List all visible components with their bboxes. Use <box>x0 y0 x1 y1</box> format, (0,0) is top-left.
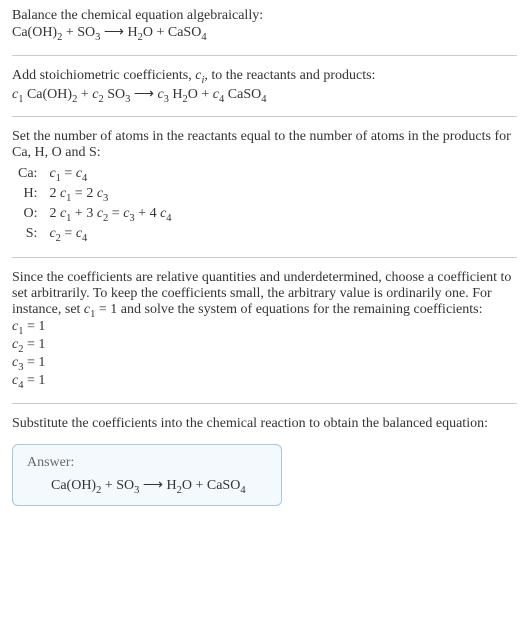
solve-line: c4 = 1 <box>12 373 517 391</box>
atom-eq: 2 c1 + 3 c2 = c3 + 4 c4 <box>43 205 177 225</box>
answer-box: Answer: Ca(OH)2 + SO3 ⟶ H2O + CaSO4 <box>12 444 282 507</box>
answer-equation: Ca(OH)2 + SO3 ⟶ H2O + CaSO4 <box>27 477 267 496</box>
solve-section: Since the coefficients are relative quan… <box>12 270 517 391</box>
atoms-text: Set the number of atoms in the reactants… <box>12 129 517 161</box>
solve-line: c1 = 1 <box>12 319 517 337</box>
divider <box>12 55 517 56</box>
divider <box>12 403 517 404</box>
substitute-text: Substitute the coefficients into the che… <box>12 416 517 432</box>
coeff-text2: , to the reactants and products: <box>204 68 375 83</box>
answer-label: Answer: <box>27 455 267 471</box>
solve-line: c3 = 1 <box>12 355 517 373</box>
atom-eq: c1 = c4 <box>43 165 177 185</box>
divider <box>12 116 517 117</box>
table-row: Ca: c1 = c4 <box>12 165 178 185</box>
atom-eq: 2 c1 = 2 c3 <box>43 185 177 205</box>
atoms-section: Set the number of atoms in the reactants… <box>12 129 517 244</box>
solve-text: Since the coefficients are relative quan… <box>12 270 517 320</box>
atom-eq: c2 = c4 <box>43 225 177 245</box>
coeff-text1: Add stoichiometric coefficients, <box>12 68 195 83</box>
header-equation: Ca(OH)2 + SO3 ⟶ H2O + CaSO4 <box>12 24 517 43</box>
document-content: Balance the chemical equation algebraica… <box>0 0 529 514</box>
header-text: Balance the chemical equation algebraica… <box>12 8 517 24</box>
atom-label: S: <box>12 225 43 245</box>
divider <box>12 257 517 258</box>
header-section: Balance the chemical equation algebraica… <box>12 8 517 43</box>
atom-label: O: <box>12 205 43 225</box>
atom-label: Ca: <box>12 165 43 185</box>
atom-label: H: <box>12 185 43 205</box>
table-row: H: 2 c1 = 2 c3 <box>12 185 178 205</box>
atoms-table: Ca: c1 = c4 H: 2 c1 = 2 c3 O: 2 c1 + 3 c… <box>12 165 178 244</box>
table-row: O: 2 c1 + 3 c2 = c3 + 4 c4 <box>12 205 178 225</box>
coeff-equation: c1 Ca(OH)2 + c2 SO3 ⟶ c3 H2O + c4 CaSO4 <box>12 86 517 105</box>
substitute-section: Substitute the coefficients into the che… <box>12 416 517 432</box>
coeff-section: Add stoichiometric coefficients, ci, to … <box>12 68 517 105</box>
solve-line: c2 = 1 <box>12 337 517 355</box>
table-row: S: c2 = c4 <box>12 225 178 245</box>
